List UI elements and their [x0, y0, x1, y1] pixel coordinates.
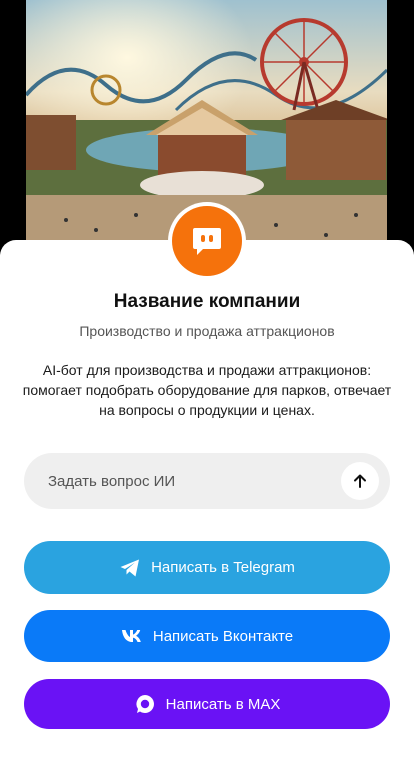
telegram-button-label: Написать в Telegram — [151, 559, 295, 576]
vk-button[interactable]: Написать Вконтакте — [24, 610, 390, 662]
max-button-label: Написать в MAX — [165, 695, 281, 713]
company-category: Производство и продажа аттракционов — [79, 323, 335, 339]
vk-button-label: Написать Вконтакте — [152, 627, 294, 645]
ask-ai-placeholder: Задать вопрос ИИ — [48, 472, 176, 490]
ask-ai-input[interactable]: Задать вопрос ИИ — [24, 453, 390, 509]
telegram-button[interactable]: Написать в Telegram — [24, 541, 390, 594]
max-button[interactable]: Написать в MAX — [24, 679, 390, 729]
send-button[interactable] — [341, 462, 379, 500]
chat-bot-icon — [172, 206, 242, 276]
vk-icon — [121, 629, 143, 643]
telegram-icon — [119, 558, 141, 578]
arrow-up-icon — [354, 474, 366, 488]
company-name: Название компании — [113, 291, 301, 312]
avatar — [168, 202, 246, 280]
company-description: AI-бот для производства и продажи аттрак… — [22, 362, 392, 418]
max-icon — [134, 693, 156, 715]
